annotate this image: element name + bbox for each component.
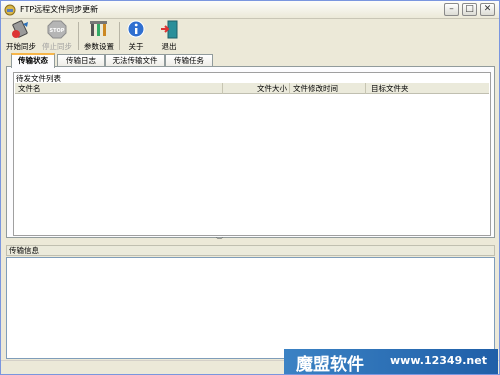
toolbar-separator [78,22,79,50]
stop-icon: STOP [47,20,67,39]
minimize-button[interactable]: – [444,3,459,16]
pending-files-list[interactable] [15,95,489,235]
transfer-status-panel: 待发文件列表 文件名 文件大小 文件修改时间 目标文件夹 [6,66,495,238]
exit-door-icon [161,20,178,39]
site-watermark: 魔盟软件 www.12349.net [284,349,498,375]
about-label: 关于 [128,42,144,51]
info-icon [127,20,145,38]
watermark-brand: 魔盟软件 [296,355,364,375]
settings-label: 参数设置 [84,42,114,51]
column-file-size[interactable]: 文件大小 [223,83,290,94]
pending-files-group: 待发文件列表 文件名 文件大小 文件修改时间 目标文件夹 [13,72,491,236]
column-target-folder[interactable]: 目标文件夹 [366,83,489,94]
window-title: FTP远程文件同步更新 [20,5,99,14]
pending-files-header: 文件名 文件大小 文件修改时间 目标文件夹 [15,83,489,94]
toolbar-separator [119,22,120,50]
close-button[interactable]: ✕ [480,3,495,16]
tab-transfer-status[interactable]: 传输状态 [11,53,55,68]
start-sync-label: 开始同步 [6,42,36,51]
tools-icon [90,21,107,36]
transfer-info-header: 传输信息 [6,245,495,256]
maximize-button[interactable]: □ [462,3,477,16]
splitter-grip-icon: ︶ [216,237,223,245]
app-icon [4,4,16,16]
panel-splitter[interactable]: ︶ [6,237,495,245]
exit-label: 退出 [161,42,177,51]
exit-button[interactable]: 退出 [155,20,183,52]
stop-sync-label: 停止同步 [42,42,72,51]
title-bar[interactable]: FTP远程文件同步更新 – □ ✕ [1,1,499,19]
watermark-url: www.12349.net [390,354,487,367]
stop-sync-button[interactable]: STOP 停止同步 [39,20,75,52]
svg-text:STOP: STOP [50,28,65,34]
column-modified-time[interactable]: 文件修改时间 [290,83,366,94]
settings-button[interactable]: 参数设置 [81,20,117,52]
column-filename[interactable]: 文件名 [15,83,223,94]
about-button[interactable]: 关于 [122,20,150,52]
start-sync-button[interactable]: 开始同步 [3,20,39,52]
sync-icon [12,20,28,38]
app-window: FTP远程文件同步更新 – □ ✕ 开始同步 STOP 停止同步 参数设置 关于… [0,0,500,375]
transfer-info-textarea[interactable] [6,257,495,359]
toolbar: 开始同步 STOP 停止同步 参数设置 关于 退出 [3,20,497,52]
